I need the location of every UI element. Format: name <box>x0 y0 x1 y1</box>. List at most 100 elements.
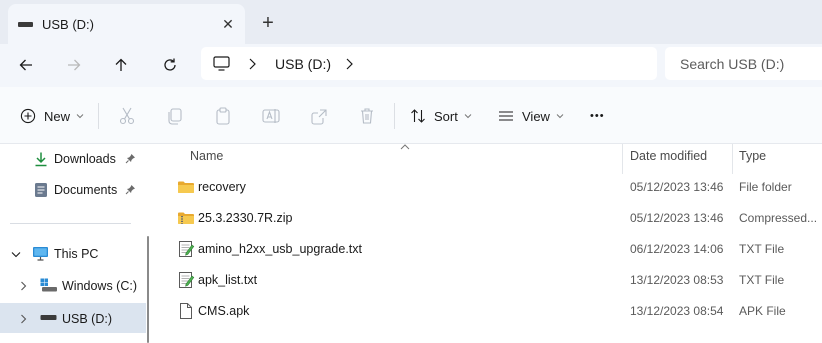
sort-icon <box>411 109 425 123</box>
chevron-right-icon[interactable] <box>20 314 27 324</box>
file-row[interactable]: 25.3.2330.7R.zip 05/12/2023 13:46 Compre… <box>170 203 822 234</box>
monitor-icon <box>213 56 230 71</box>
arrow-right-icon <box>68 59 81 71</box>
nav-divider <box>10 223 131 224</box>
address-row: USB (D:) Search USB (D:) <box>0 44 822 87</box>
cut-icon[interactable] <box>117 106 137 126</box>
new-button[interactable]: New <box>20 104 84 128</box>
drive-icon <box>18 22 33 27</box>
share-icon[interactable] <box>309 106 329 126</box>
tab-strip: USB (D:) ✕ + <box>0 0 822 44</box>
column-divider[interactable] <box>732 144 733 174</box>
pin-icon[interactable] <box>125 153 136 164</box>
new-tab-button[interactable]: + <box>257 12 279 34</box>
column-header-date[interactable]: Date modified <box>630 149 707 163</box>
file-icon <box>180 303 192 319</box>
file-row[interactable]: CMS.apk 13/12/2023 08:54 APK File <box>170 296 822 327</box>
close-tab-icon[interactable]: ✕ <box>218 14 238 34</box>
file-row[interactable]: amino_h2xx_usb_upgrade.txt 06/12/2023 14… <box>170 234 822 265</box>
nav-item-documents[interactable]: Documents <box>0 175 146 205</box>
chevron-down-icon <box>556 114 564 119</box>
folder-icon <box>178 181 194 193</box>
chevron-right-icon[interactable] <box>20 281 27 291</box>
divider <box>98 103 99 129</box>
divider <box>394 103 395 129</box>
sort-ascending-icon <box>400 144 410 150</box>
column-header-name[interactable]: Name <box>190 149 223 163</box>
file-type: TXT File <box>739 273 785 287</box>
navigation-pane: Downloads Documents This PC Windows (C:)… <box>0 144 150 343</box>
arrow-left-icon <box>19 59 32 71</box>
nav-label: Windows (C:) <box>62 279 138 293</box>
text-file-icon <box>179 241 195 257</box>
copy-icon[interactable] <box>165 106 185 126</box>
file-type: APK File <box>739 304 786 318</box>
text-file-icon <box>179 272 195 288</box>
nav-scrollbar[interactable] <box>147 236 149 343</box>
delete-icon[interactable] <box>357 106 377 126</box>
pin-icon[interactable] <box>125 184 136 195</box>
tab-usb-d[interactable]: USB (D:) ✕ <box>8 4 245 44</box>
plus-circle-icon <box>20 108 36 124</box>
file-date: 13/12/2023 08:54 <box>630 304 724 318</box>
column-header-type[interactable]: Type <box>739 149 766 163</box>
file-name: recovery <box>198 180 246 194</box>
column-divider[interactable] <box>622 144 623 174</box>
monitor-icon <box>33 247 48 261</box>
chevron-right-icon[interactable] <box>248 58 256 70</box>
search-input[interactable]: Search USB (D:) <box>665 47 822 80</box>
rename-icon[interactable] <box>261 106 281 126</box>
view-list-icon <box>499 111 513 121</box>
sort-label: Sort <box>434 108 458 124</box>
file-row[interactable]: recovery 05/12/2023 13:46 File folder <box>170 172 822 203</box>
zip-folder-icon <box>178 212 194 224</box>
sort-button[interactable]: Sort <box>410 104 472 128</box>
file-date: 05/12/2023 13:46 <box>630 211 724 225</box>
download-icon <box>35 152 47 167</box>
back-button[interactable] <box>13 52 39 78</box>
more-options-button[interactable]: ••• <box>590 104 605 128</box>
forward-button[interactable] <box>61 52 87 78</box>
file-name: 25.3.2330.7R.zip <box>198 211 293 225</box>
command-bar: New Sort View ••• <box>0 87 822 144</box>
tab-title: USB (D:) <box>42 17 94 32</box>
chevron-down-icon <box>76 114 84 119</box>
nav-item-windows-c[interactable]: Windows (C:) <box>0 271 146 301</box>
nav-item-this-pc[interactable]: This PC <box>0 239 146 269</box>
windows-drive-icon <box>40 278 57 292</box>
documents-icon <box>35 183 47 197</box>
file-date: 05/12/2023 13:46 <box>630 180 724 194</box>
nav-item-usb-d[interactable]: USB (D:) <box>0 303 146 333</box>
file-type: Compressed... <box>739 211 818 225</box>
refresh-button[interactable] <box>157 52 183 78</box>
file-type: File folder <box>739 180 792 194</box>
view-button[interactable]: View <box>498 104 564 128</box>
breadcrumb-usb-d[interactable]: USB (D:) <box>275 56 331 72</box>
nav-label: USB (D:) <box>62 312 112 326</box>
nav-label: Documents <box>54 183 118 197</box>
chevron-right-icon[interactable] <box>345 58 353 70</box>
nav-label: This PC <box>54 247 99 261</box>
file-list: Name Date modified Type recovery 05/12/2… <box>150 144 822 343</box>
nav-label: Downloads <box>54 152 116 166</box>
file-row[interactable]: apk_list.txt 13/12/2023 08:53 TXT File <box>170 265 822 296</box>
refresh-icon <box>164 58 176 71</box>
search-placeholder: Search USB (D:) <box>680 56 785 72</box>
file-type: TXT File <box>739 242 785 256</box>
file-name: CMS.apk <box>198 304 250 318</box>
more-dots-icon: ••• <box>590 110 605 122</box>
chevron-down-icon[interactable] <box>11 251 21 258</box>
file-name: amino_h2xx_usb_upgrade.txt <box>198 242 363 256</box>
arrow-up-icon <box>115 58 127 71</box>
nav-item-downloads[interactable]: Downloads <box>0 144 146 174</box>
chevron-down-icon <box>464 114 472 119</box>
paste-icon[interactable] <box>213 106 233 126</box>
usb-drive-icon <box>40 315 57 320</box>
view-label: View <box>522 108 550 124</box>
up-button[interactable] <box>108 52 134 78</box>
file-date: 06/12/2023 14:06 <box>630 242 724 256</box>
address-bar[interactable]: USB (D:) <box>201 47 657 80</box>
new-label: New <box>44 108 71 124</box>
file-date: 13/12/2023 08:53 <box>630 273 724 287</box>
file-name: apk_list.txt <box>198 273 258 287</box>
